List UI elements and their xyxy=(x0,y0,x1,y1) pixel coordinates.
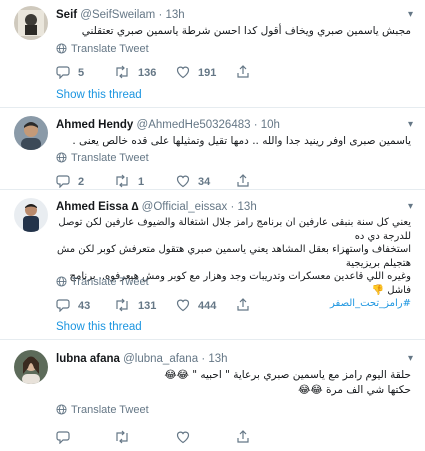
globe-icon xyxy=(56,152,67,163)
tweet[interactable]: Ahmed Eissa ∆ @Official_eissax · 13h ▾ ي… xyxy=(0,190,425,340)
globe-icon xyxy=(56,404,67,415)
reply-count: 5 xyxy=(78,67,85,79)
like-button[interactable]: 34 xyxy=(176,174,210,188)
reply-icon xyxy=(56,175,70,189)
share-icon xyxy=(237,174,249,187)
user-handle[interactable]: @AhmedHe50326483 xyxy=(137,119,251,131)
chevron-down-icon[interactable]: ▾ xyxy=(408,9,413,20)
user-name[interactable]: lubna afana xyxy=(56,353,120,365)
translate-label: Translate Tweet xyxy=(71,152,149,164)
tweet[interactable]: lubna afana @lubna_afana · 13h ▾ حلقة ال… xyxy=(0,340,425,451)
retweet-button[interactable] xyxy=(114,430,138,444)
heart-icon xyxy=(176,66,190,79)
avatar[interactable] xyxy=(14,6,48,40)
thumbs-down-emoji: 👎 xyxy=(371,284,385,296)
retweet-icon xyxy=(116,298,128,312)
tweet-feed: Seif @SeifSweilam · 13h ▾ مجبش ياسمين صب… xyxy=(0,0,425,451)
share-button[interactable] xyxy=(236,298,258,312)
reply-icon xyxy=(56,299,70,313)
show-thread-link[interactable]: Show this thread xyxy=(56,89,142,101)
user-handle[interactable]: @Official_eissax xyxy=(142,201,228,213)
tweet-text-line: يعني كل سنة بنبقى عارفين ان برنامج رامز … xyxy=(58,217,411,242)
share-button[interactable] xyxy=(236,174,258,188)
like-count: 191 xyxy=(198,67,217,79)
tweet-header: Ahmed Hendy @AhmedHe50326483 · 10h xyxy=(56,118,280,132)
user-name[interactable]: Seif xyxy=(56,9,77,21)
avatar[interactable] xyxy=(14,116,48,150)
user-handle[interactable]: @SeifSweilam xyxy=(80,9,155,21)
timestamp[interactable]: 13h xyxy=(238,201,257,213)
heart-icon xyxy=(176,431,190,444)
share-icon xyxy=(237,298,249,311)
share-button[interactable] xyxy=(236,65,258,79)
reply-button[interactable] xyxy=(56,430,78,445)
like-button[interactable]: 191 xyxy=(176,65,216,79)
retweet-icon xyxy=(116,430,128,444)
chevron-down-icon[interactable]: ▾ xyxy=(408,353,413,364)
timestamp[interactable]: 13h xyxy=(208,353,227,365)
chevron-down-icon[interactable]: ▾ xyxy=(408,201,413,212)
retweet-button[interactable]: 1 xyxy=(114,174,144,188)
tweet-text-line: استخفاف واستهزاء بعقل المشاهد يعني ياسمي… xyxy=(57,244,411,269)
timestamp[interactable]: 10h xyxy=(261,119,280,131)
translate-tweet-link[interactable]: Translate Tweet xyxy=(56,404,149,416)
separator-dot: · xyxy=(158,9,163,21)
retweet-button[interactable]: 136 xyxy=(114,65,156,79)
retweet-count: 1 xyxy=(138,176,145,188)
user-handle[interactable]: @lubna_afana xyxy=(123,353,198,365)
avatar[interactable] xyxy=(14,350,48,384)
globe-icon xyxy=(56,43,67,54)
tweet-text: يعني كل سنة بنبقى عارفين ان برنامج رامز … xyxy=(56,216,411,311)
hashtag-link[interactable]: #رامز_تحت_الصفر xyxy=(56,297,411,311)
reply-icon xyxy=(56,431,70,445)
reply-button[interactable]: 43 xyxy=(56,298,91,313)
tweet-text: ياسمين صبرى اوفر رينيد جدا والله .. دمها… xyxy=(72,135,411,147)
timestamp[interactable]: 13h xyxy=(166,9,185,21)
share-icon xyxy=(237,430,249,443)
retweet-icon xyxy=(116,65,128,79)
separator-dot: · xyxy=(230,201,235,213)
translate-tweet-link[interactable]: Translate Tweet xyxy=(56,152,149,164)
tweet-text-line: حلقة اليوم رامز مع ياسمين صبري برعاية " … xyxy=(164,369,411,381)
separator-dot: · xyxy=(253,119,258,131)
retweet-icon xyxy=(116,174,128,188)
tweet-text: مجبش ياسمين صبري ويخاف أقول كدا احسن شرط… xyxy=(81,25,411,37)
translate-tweet-link[interactable]: Translate Tweet xyxy=(56,43,149,55)
user-name[interactable]: Ahmed Hendy xyxy=(56,119,133,131)
like-button[interactable] xyxy=(176,430,198,444)
globe-icon xyxy=(56,276,67,287)
separator-dot: · xyxy=(201,353,206,365)
like-count: 34 xyxy=(198,176,211,188)
retweet-button[interactable]: 131 xyxy=(114,298,156,312)
avatar[interactable] xyxy=(14,198,48,232)
translate-label: Translate Tweet xyxy=(71,276,149,288)
tweet-header: Ahmed Eissa ∆ @Official_eissax · 13h xyxy=(56,200,257,214)
retweet-count: 136 xyxy=(138,67,157,79)
reply-button[interactable]: 2 xyxy=(56,174,85,189)
tweet[interactable]: Seif @SeifSweilam · 13h ▾ مجبش ياسمين صب… xyxy=(0,0,425,108)
reply-count: 2 xyxy=(78,176,85,188)
user-name[interactable]: Ahmed Eissa ∆ xyxy=(56,201,138,213)
heart-icon xyxy=(176,175,190,188)
tweet-text: حلقة اليوم رامز مع ياسمين صبري برعاية " … xyxy=(56,368,411,398)
chevron-down-icon[interactable]: ▾ xyxy=(408,119,413,130)
like-count: 444 xyxy=(198,300,217,312)
reply-button[interactable]: 5 xyxy=(56,65,85,80)
tweet-header: lubna afana @lubna_afana · 13h xyxy=(56,352,228,366)
heart-icon xyxy=(176,299,190,312)
share-button[interactable] xyxy=(236,430,258,444)
tweet-text-line: حكتها شي الف مرة 😂😂 xyxy=(298,384,411,396)
share-icon xyxy=(237,65,249,78)
translate-label: Translate Tweet xyxy=(71,43,149,55)
retweet-count: 131 xyxy=(138,300,157,312)
reply-icon xyxy=(56,66,70,80)
like-button[interactable]: 444 xyxy=(176,298,216,312)
tweet-header: Seif @SeifSweilam · 13h xyxy=(56,8,185,22)
tweet[interactable]: Ahmed Hendy @AhmedHe50326483 · 10h ▾ ياس… xyxy=(0,108,425,190)
reply-count: 43 xyxy=(78,300,91,312)
translate-tweet-link[interactable]: Translate Tweet xyxy=(56,276,149,288)
show-thread-link[interactable]: Show this thread xyxy=(56,321,142,333)
translate-label: Translate Tweet xyxy=(71,404,149,416)
